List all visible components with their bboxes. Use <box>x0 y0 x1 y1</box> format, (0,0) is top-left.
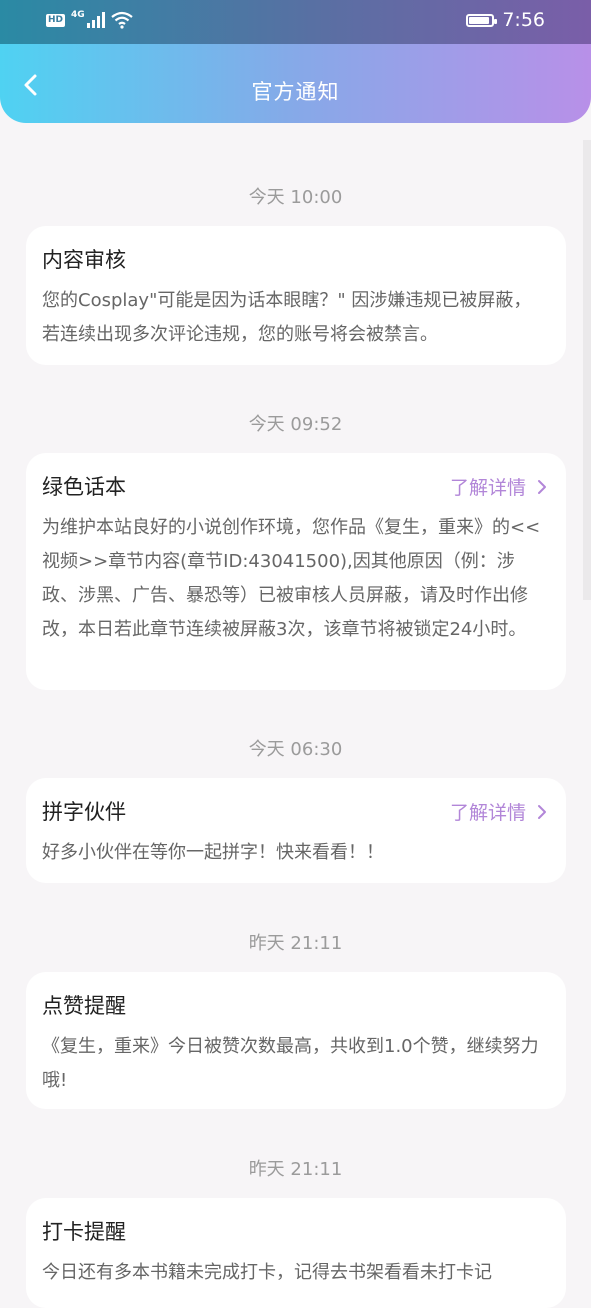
status-time: 7:56 <box>502 9 545 31</box>
chevron-right-icon <box>538 804 546 819</box>
notification-title: 点赞提醒 <box>42 994 126 1018</box>
notification-body: 您的Cosplay"可能是因为话本眼瞎？" 因涉嫌违规已被屏蔽，若连续出现多次评… <box>42 290 532 345</box>
timestamp: 昨天 21:11 <box>248 1159 343 1180</box>
timestamp: 今天 09:52 <box>248 414 343 435</box>
notification-card[interactable]: 内容审核 您的Cosplay"可能是因为话本眼瞎？" 因涉嫌违规已被屏蔽，若连续… <box>26 226 566 365</box>
notification-card[interactable]: 打卡提醒 今日还有多本书籍未完成打卡，记得去书架看看未打卡记 <box>26 1198 566 1308</box>
notification-body: 好多小伙伴在等你一起拼字！快来看看！！ <box>42 842 384 863</box>
timestamp: 今天 06:30 <box>248 739 343 760</box>
status-bar: HD 4G 7:56 <box>0 0 591 44</box>
signal-icon <box>86 12 105 28</box>
notification-body: 《复生，重来》今日被赞次数最高，共收到1.0个赞，继续努力哦! <box>42 1036 539 1091</box>
timestamp: 今天 10:00 <box>248 187 343 208</box>
notification-card[interactable]: 拼字伙伴 了解详情 好多小伙伴在等你一起拼字！快来看看！！ <box>26 778 566 883</box>
notification-card[interactable]: 绿色话本 了解详情 为维护本站良好的小说创作环境，您作品《复生，重来》的<<视频… <box>26 453 566 690</box>
learn-more-label: 了解详情 <box>449 477 526 499</box>
notification-title: 内容审核 <box>42 248 126 272</box>
learn-more-link[interactable]: 了解详情 <box>450 798 548 825</box>
timestamp: 昨天 21:11 <box>248 933 343 954</box>
hd-icon: HD <box>46 13 66 27</box>
network-type: 4G <box>71 10 85 20</box>
notification-title: 绿色话本 <box>42 475 126 499</box>
battery-icon <box>466 13 498 27</box>
learn-more-label: 了解详情 <box>449 802 526 824</box>
page-title: 官方通知 <box>251 80 340 104</box>
learn-more-link[interactable]: 了解详情 <box>450 473 548 500</box>
notification-card[interactable]: 点赞提醒 《复生，重来》今日被赞次数最高，共收到1.0个赞，继续努力哦! <box>26 972 566 1109</box>
scrollbar[interactable] <box>583 140 591 600</box>
notification-title: 拼字伙伴 <box>42 800 126 824</box>
wifi-icon <box>110 11 133 29</box>
notification-title: 打卡提醒 <box>42 1220 126 1244</box>
nav-bar: 官方通知 <box>0 44 591 123</box>
notification-body: 今日还有多本书籍未完成打卡，记得去书架看看未打卡记 <box>42 1262 492 1283</box>
chevron-right-icon <box>538 479 546 494</box>
notification-body: 为维护本站良好的小说创作环境，您作品《复生，重来》的<<视频>>章节内容(章节I… <box>42 517 541 640</box>
